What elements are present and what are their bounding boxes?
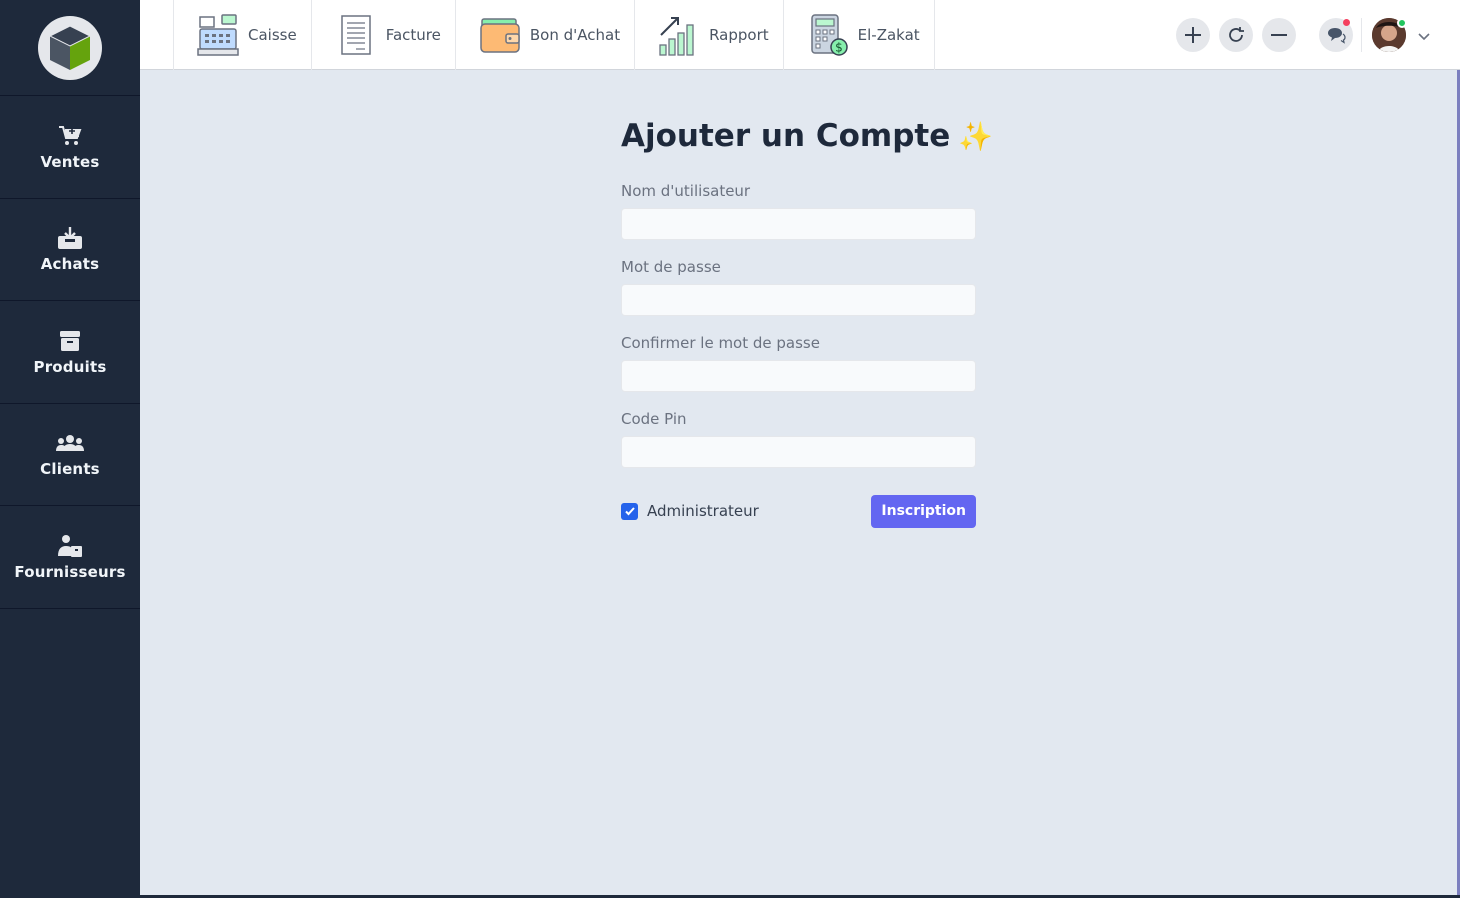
cube-logo[interactable] bbox=[38, 15, 102, 80]
growth-chart-icon bbox=[659, 17, 694, 56]
form-actions: Administrateur Inscription bbox=[621, 494, 976, 528]
chat-icon bbox=[1328, 28, 1346, 44]
supplier-icon bbox=[55, 533, 85, 559]
sidebar-item-label: Achats bbox=[40, 255, 100, 274]
topnav-label: Facture bbox=[385, 26, 441, 44]
top-nav: Caisse Facture Bon d'Achat Rapport $ El-… bbox=[173, 0, 935, 70]
users-icon bbox=[55, 430, 85, 456]
minimize-button[interactable] bbox=[1262, 18, 1296, 52]
chat-button[interactable] bbox=[1319, 18, 1353, 52]
add-account-form: Ajouter un Compte ✨ Nom d'utilisateur Mot… bbox=[621, 110, 993, 528]
topnav-item-facture[interactable]: Facture bbox=[312, 0, 456, 70]
username-input[interactable] bbox=[621, 208, 976, 240]
admin-checkbox-group: Administrateur bbox=[621, 502, 759, 520]
refresh-icon bbox=[1229, 27, 1244, 42]
register-button[interactable]: Inscription bbox=[871, 494, 976, 528]
cart-icon bbox=[55, 123, 85, 149]
pin-code-label: Code Pin bbox=[621, 410, 687, 428]
username-label: Nom d'utilisateur bbox=[621, 182, 751, 200]
topnav-label: Bon d'Achat bbox=[529, 26, 621, 44]
checkmark-icon bbox=[624, 507, 635, 516]
toolbar bbox=[1140, 0, 1460, 70]
svg-text:$: $ bbox=[835, 41, 843, 55]
admin-checkbox-label: Administrateur bbox=[647, 502, 759, 520]
invoice-icon bbox=[340, 15, 371, 55]
sidebar: Ventes Achats Produits Clients Fournisse… bbox=[0, 0, 140, 898]
notification-dot bbox=[1343, 19, 1350, 26]
plus-button[interactable] bbox=[1176, 18, 1210, 52]
topnav-label: El-Zakat bbox=[857, 26, 920, 44]
wallet-icon bbox=[480, 18, 520, 53]
online-status-dot bbox=[1397, 18, 1407, 28]
top-bar: Caisse Facture Bon d'Achat Rapport $ El-… bbox=[140, 0, 1460, 70]
topnav-item-rapport[interactable]: Rapport bbox=[635, 0, 784, 70]
refresh-button[interactable] bbox=[1219, 18, 1253, 52]
password-input[interactable] bbox=[621, 284, 976, 316]
toolbar-divider bbox=[1361, 18, 1362, 52]
topnav-item-caisse[interactable]: Caisse bbox=[174, 0, 312, 70]
chevron-down-icon bbox=[1418, 33, 1430, 41]
sidebar-item-achats[interactable]: Achats bbox=[0, 199, 140, 301]
profile-dropdown-toggle[interactable] bbox=[1417, 28, 1431, 47]
pin-code-input[interactable] bbox=[621, 436, 976, 468]
cash-register-icon bbox=[197, 14, 239, 56]
logo-area bbox=[0, 0, 140, 96]
confirm-password-input[interactable] bbox=[621, 360, 976, 392]
sidebar-item-label: Fournisseurs bbox=[14, 562, 126, 581]
page-title: Ajouter un Compte ✨ bbox=[621, 110, 993, 162]
sidebar-item-label: Produits bbox=[33, 357, 107, 376]
topnav-label: Caisse bbox=[248, 26, 297, 44]
sidebar-item-ventes[interactable]: Ventes bbox=[0, 96, 140, 199]
inbox-download-icon bbox=[55, 225, 85, 251]
page-title-text: Ajouter un Compte bbox=[621, 118, 951, 154]
calculator-icon: $ bbox=[810, 14, 848, 56]
sidebar-item-label: Ventes bbox=[40, 152, 100, 171]
sidebar-item-fournisseurs[interactable]: Fournisseurs bbox=[0, 506, 140, 609]
topnav-label: Rapport bbox=[709, 26, 769, 44]
topnav-item-el-zakat[interactable]: $ El-Zakat bbox=[784, 0, 935, 70]
sidebar-item-label: Clients bbox=[40, 460, 100, 479]
minus-icon bbox=[1271, 34, 1287, 36]
admin-checkbox[interactable] bbox=[621, 502, 638, 520]
sidebar-item-produits[interactable]: Produits bbox=[0, 301, 140, 404]
sparkles-icon: ✨ bbox=[958, 120, 994, 153]
archive-box-icon bbox=[55, 328, 85, 354]
plus-icon bbox=[1185, 27, 1201, 43]
sidebar-item-clients[interactable]: Clients bbox=[0, 404, 140, 506]
topnav-item-bon-achat[interactable]: Bon d'Achat bbox=[456, 0, 636, 70]
confirm-password-label: Confirmer le mot de passe bbox=[621, 334, 820, 352]
password-label: Mot de passe bbox=[621, 258, 721, 276]
